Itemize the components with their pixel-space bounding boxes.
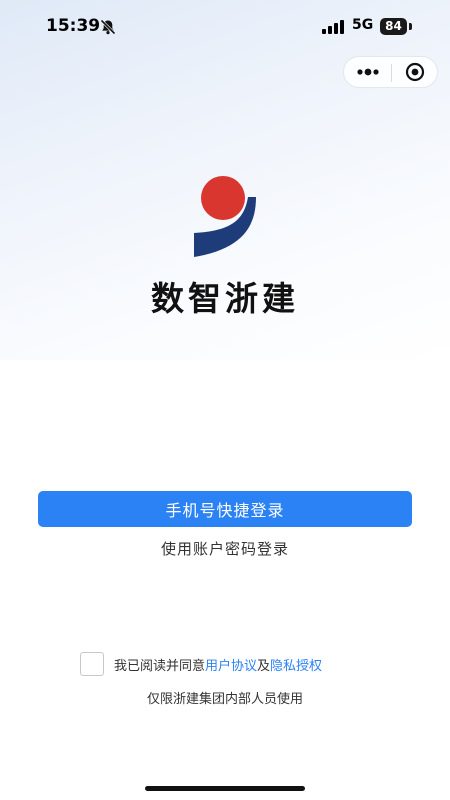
network-type: 5G — [352, 17, 374, 33]
close-circle-icon — [405, 62, 424, 82]
home-indicator — [145, 786, 305, 791]
internal-use-notice: 仅限浙建集团内部人员使用 — [146, 692, 303, 707]
close-button[interactable] — [392, 57, 437, 87]
bell-muted-icon — [100, 19, 116, 35]
agreement-prefix: 我已阅读并同意 — [114, 658, 206, 674]
battery-tip — [409, 23, 412, 30]
agreement-checkbox[interactable] — [80, 652, 104, 676]
privacy-link[interactable]: 隐私授权 — [270, 655, 322, 674]
app-name: 数智浙建 — [151, 279, 299, 318]
status-time: 15:39 — [46, 16, 101, 36]
mini-program-capsule — [343, 56, 438, 88]
battery-level: 84 — [380, 18, 407, 35]
logo-icon — [194, 176, 256, 257]
signal-icon — [322, 20, 344, 34]
status-bar: 15:39 5G 84 — [0, 0, 450, 56]
phone-login-button[interactable]: 手机号快捷登录 — [38, 491, 412, 527]
agreement-and: 及 — [257, 658, 271, 674]
agreement-row: 我已阅读并同意 用户协议 及 隐私授权 — [80, 652, 322, 676]
more-dots-icon — [356, 68, 379, 76]
user-agreement-link[interactable]: 用户协议 — [205, 655, 257, 674]
password-login-link[interactable]: 使用账户密码登录 — [0, 538, 450, 559]
more-button[interactable] — [344, 57, 391, 87]
